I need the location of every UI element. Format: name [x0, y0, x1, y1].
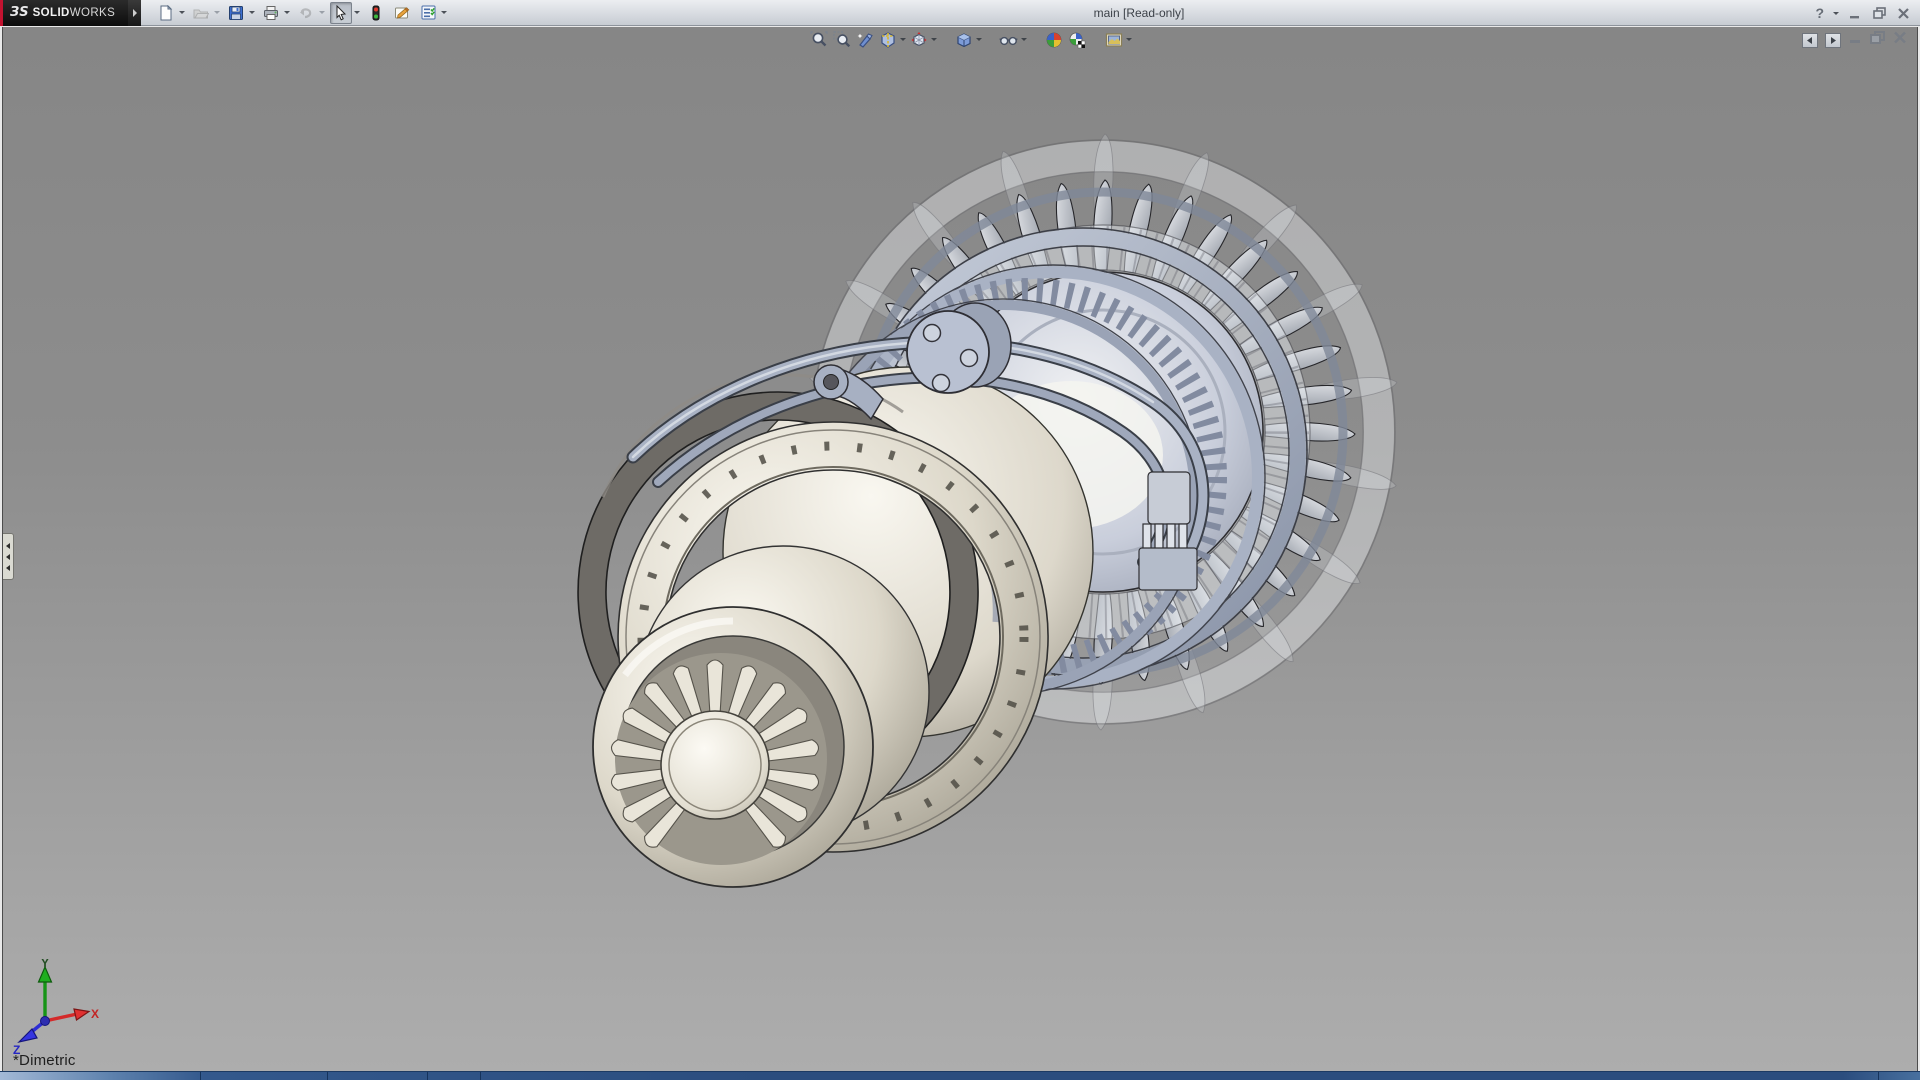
- menu-expand-arrow[interactable]: [128, 0, 141, 26]
- new-document-button[interactable]: [155, 2, 177, 24]
- app-name: SOLIDWORKS: [33, 7, 116, 19]
- traffic-light-icon: [368, 5, 384, 21]
- section-view-button[interactable]: [877, 29, 898, 50]
- previous-view-button[interactable]: [854, 29, 875, 50]
- graphics-viewport[interactable]: Y X Z *Dimetric: [2, 27, 1918, 1071]
- view-orientation-label: *Dimetric: [13, 1052, 76, 1069]
- heads-up-view-toolbar: [807, 29, 1133, 50]
- title-bar: ЗS SOLIDWORKS: [0, 0, 1920, 26]
- status-separator: [200, 1072, 201, 1080]
- edit-appearance-icon: [1045, 31, 1063, 49]
- help-dropdown[interactable]: [1831, 2, 1840, 24]
- restore-icon: [1873, 7, 1887, 19]
- open-button[interactable]: [190, 2, 212, 24]
- show-left-pane-button[interactable]: [1802, 33, 1818, 48]
- zoom-to-fit-icon: [810, 31, 828, 49]
- print-button[interactable]: [260, 2, 282, 24]
- minimize-icon: [1849, 8, 1862, 19]
- doc-close-button[interactable]: [1893, 31, 1907, 49]
- zoom-to-fit-button[interactable]: [808, 29, 829, 50]
- svg-text:X: X: [91, 1007, 99, 1021]
- minimize-button[interactable]: [1847, 6, 1864, 21]
- status-strip: [0, 1071, 1920, 1080]
- new-document-dropdown[interactable]: [177, 2, 186, 24]
- doc-close-icon: [1893, 31, 1907, 44]
- view-orientation-dropdown[interactable]: [930, 29, 938, 50]
- document-window-controls: [1802, 31, 1907, 49]
- display-style-dropdown[interactable]: [975, 29, 983, 50]
- zoom-to-area-icon: [833, 31, 851, 49]
- open-dropdown[interactable]: [212, 2, 221, 24]
- view-orientation-button[interactable]: [908, 29, 929, 50]
- svg-text:Y: Y: [41, 959, 49, 970]
- view-settings-icon: [1105, 31, 1123, 49]
- engine-model[interactable]: [3, 27, 1918, 1071]
- save-button[interactable]: [225, 2, 247, 24]
- section-view-icon: [879, 31, 897, 49]
- doc-restore-icon: [1870, 31, 1886, 44]
- undo-dropdown[interactable]: [317, 2, 326, 24]
- orientation-triad: Y X Z: [7, 959, 103, 1055]
- select-cursor-icon: [333, 5, 349, 21]
- z-axis: Z: [13, 1017, 50, 1056]
- undo-icon: [298, 5, 314, 21]
- previous-view-icon: [856, 31, 874, 49]
- hide-show-items-icon: [999, 31, 1018, 49]
- hide-show-items-button[interactable]: [998, 29, 1019, 50]
- apply-scene-button[interactable]: [1066, 29, 1087, 50]
- close-icon: [1897, 8, 1910, 19]
- restore-button[interactable]: [1871, 6, 1888, 21]
- doc-restore-button[interactable]: [1870, 31, 1886, 49]
- checklist-button[interactable]: [417, 2, 439, 24]
- doc-minimize-button[interactable]: [1848, 31, 1863, 49]
- select-tool-button[interactable]: [330, 2, 352, 24]
- save-icon: [228, 5, 244, 21]
- main-toolbar: [155, 2, 451, 24]
- section-view-dropdown[interactable]: [899, 29, 907, 50]
- show-right-pane-button[interactable]: [1825, 33, 1841, 48]
- checklist-dropdown[interactable]: [439, 2, 448, 24]
- sketch-button[interactable]: [391, 2, 413, 24]
- hide-show-items-dropdown[interactable]: [1020, 29, 1028, 50]
- status-separator: [427, 1072, 428, 1080]
- zoom-to-area-button[interactable]: [831, 29, 852, 50]
- x-axis: X: [45, 1007, 99, 1021]
- save-dropdown[interactable]: [247, 2, 256, 24]
- print-icon: [263, 5, 279, 21]
- sketch-icon: [394, 4, 411, 21]
- open-icon: [193, 5, 209, 21]
- y-axis: Y: [39, 959, 52, 1021]
- traffic-light-button[interactable]: [365, 2, 387, 24]
- solidworks-logo: ЗS SOLIDWORKS: [0, 0, 128, 26]
- apply-scene-icon: [1068, 31, 1086, 49]
- doc-minimize-icon: [1848, 31, 1863, 44]
- display-style-icon: [955, 31, 973, 49]
- print-dropdown[interactable]: [282, 2, 291, 24]
- nozzle-hub[interactable]: [661, 711, 769, 819]
- titlebar-controls: ?: [1815, 0, 1912, 26]
- view-settings-button[interactable]: [1103, 29, 1124, 50]
- document-title: main [Read-only]: [1094, 0, 1185, 26]
- solidworks-window: ЗS SOLIDWORKS: [0, 0, 1920, 1080]
- ds-logo-icon: ЗS: [10, 5, 29, 20]
- checklist-icon: [420, 4, 437, 21]
- exhaust-nozzle[interactable]: [593, 607, 873, 887]
- close-button[interactable]: [1895, 6, 1912, 21]
- new-document-icon: [158, 5, 174, 21]
- edit-appearance-button[interactable]: [1043, 29, 1064, 50]
- view-orientation-icon: [910, 31, 928, 49]
- view-settings-dropdown[interactable]: [1125, 29, 1133, 50]
- pane-left-icon: [1805, 36, 1815, 45]
- display-style-button[interactable]: [953, 29, 974, 50]
- pane-right-icon: [1828, 36, 1838, 45]
- status-separator: [480, 1072, 481, 1080]
- undo-button[interactable]: [295, 2, 317, 24]
- status-separator: [1878, 1072, 1879, 1080]
- help-button[interactable]: ?: [1815, 5, 1824, 21]
- feature-panel-handle[interactable]: [3, 533, 14, 580]
- status-separator: [327, 1072, 328, 1080]
- select-tool-dropdown[interactable]: [352, 2, 361, 24]
